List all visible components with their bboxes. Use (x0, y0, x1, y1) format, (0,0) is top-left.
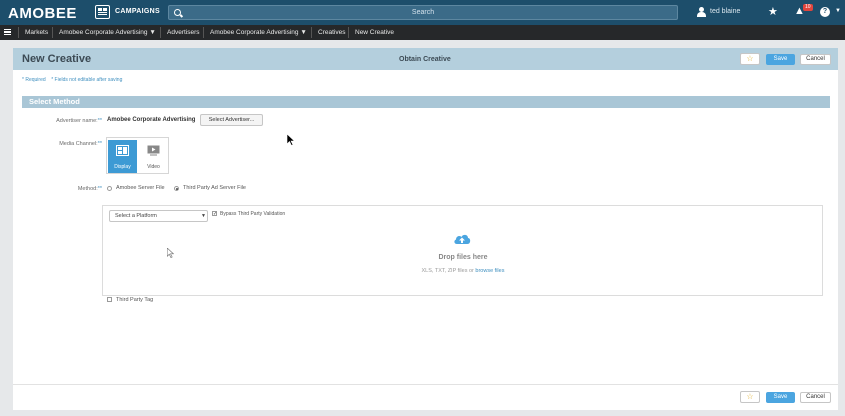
cancel-button[interactable]: Cancel (800, 54, 831, 65)
advertiser-value: Amobee Corporate Advertising (107, 117, 196, 123)
campaigns-menu[interactable]: CAMPAIGNS (115, 8, 160, 15)
method-option-amobee[interactable]: Amobee Server File (116, 185, 165, 191)
nav-divider (348, 27, 349, 38)
section-header: Select Method (22, 96, 830, 108)
not-editable-note: * Fields not editable after saving (51, 77, 123, 83)
media-option-label: Display (114, 164, 131, 170)
bypass-validation-label[interactable]: Bypass Third Party Validation (220, 211, 285, 217)
file-drop-zone[interactable] (102, 205, 823, 296)
nav-divider (203, 27, 204, 38)
media-option-display[interactable]: Display (108, 140, 137, 173)
media-channel-label: Media Channel:** (59, 141, 102, 147)
chevron-down-icon[interactable]: ▼ (835, 8, 841, 14)
user-icon[interactable] (697, 7, 706, 17)
top-bar: AMOBEE CAMPAIGNS Search ted blaine ★ ▲ 1… (0, 0, 845, 25)
drop-files-hint: XLS, TXT, ZIP files or browse files (363, 268, 563, 274)
user-name[interactable]: ted blaine (710, 8, 740, 15)
nav-advertiser-dropdown[interactable]: Amobee Corporate Advertising ▼ (210, 29, 307, 36)
breadcrumb-nav: Markets Amobee Corporate Advertising ▼ A… (0, 25, 845, 40)
footer-divider (13, 384, 838, 385)
third-party-tag-label[interactable]: Third Party Tag (116, 297, 153, 303)
campaigns-icon[interactable] (95, 5, 110, 19)
nav-divider (18, 27, 19, 38)
nav-divider (52, 27, 53, 38)
media-channel-selector: Display Video (106, 137, 169, 174)
bypass-validation-checkbox[interactable]: ✓ (212, 211, 217, 217)
page-title: New Creative (22, 53, 92, 65)
amobee-logo[interactable]: AMOBEE (8, 5, 77, 22)
cloud-upload-icon (454, 234, 471, 244)
media-option-video[interactable]: Video (139, 140, 168, 173)
drop-files-title: Drop files here (438, 254, 488, 261)
method-label: Method:** (77, 186, 102, 192)
chevron-down-icon[interactable]: ▼ (201, 213, 206, 219)
search-input[interactable]: Search (168, 5, 678, 20)
nav-new-creative: New Creative (355, 29, 395, 36)
step-title: Obtain Creative (399, 56, 451, 63)
search-placeholder: Search (411, 9, 435, 16)
nav-advertisers[interactable]: Advertisers (167, 29, 200, 36)
form-notes: * Required * Fields not editable after s… (22, 77, 122, 83)
method-radio-third-party[interactable] (174, 186, 179, 191)
advertiser-label: Advertiser name:** (56, 118, 102, 124)
file-types-text: XLS, TXT, ZIP files or (421, 268, 474, 274)
save-button[interactable]: Save (766, 54, 795, 65)
help-icon[interactable]: ? (820, 7, 830, 17)
mouse-cursor-icon (287, 134, 295, 146)
favorite-button[interactable]: ☆ (740, 53, 760, 65)
favorites-star-icon[interactable]: ★ (768, 5, 778, 18)
browse-files-link[interactable]: browse files (475, 268, 504, 274)
nav-creatives[interactable]: Creatives (318, 29, 345, 36)
menu-hamburger-icon[interactable] (4, 29, 11, 35)
favorite-button-footer[interactable]: ☆ (740, 391, 760, 403)
platform-select[interactable]: Select a Platform (109, 210, 208, 222)
required-note: * Required (22, 77, 46, 83)
cancel-button-footer[interactable]: Cancel (800, 392, 831, 403)
display-icon (116, 145, 129, 156)
media-option-label: Video (147, 164, 160, 170)
third-party-tag-checkbox[interactable] (107, 297, 112, 302)
nav-divider (160, 27, 161, 38)
method-option-third-party[interactable]: Third Party Ad Server File (183, 185, 246, 191)
video-icon (147, 145, 160, 156)
save-button-footer[interactable]: Save (766, 392, 795, 403)
mouse-cursor-ghost-icon (167, 248, 174, 258)
select-advertiser-button[interactable]: Select Advertiser... (200, 114, 263, 126)
nav-markets[interactable]: Markets (25, 29, 48, 36)
nav-divider (311, 27, 312, 38)
notification-badge: 10 (803, 4, 813, 11)
method-radio-amobee[interactable] (107, 186, 112, 191)
nav-market-dropdown[interactable]: Amobee Corporate Advertising ▼ (59, 29, 156, 36)
